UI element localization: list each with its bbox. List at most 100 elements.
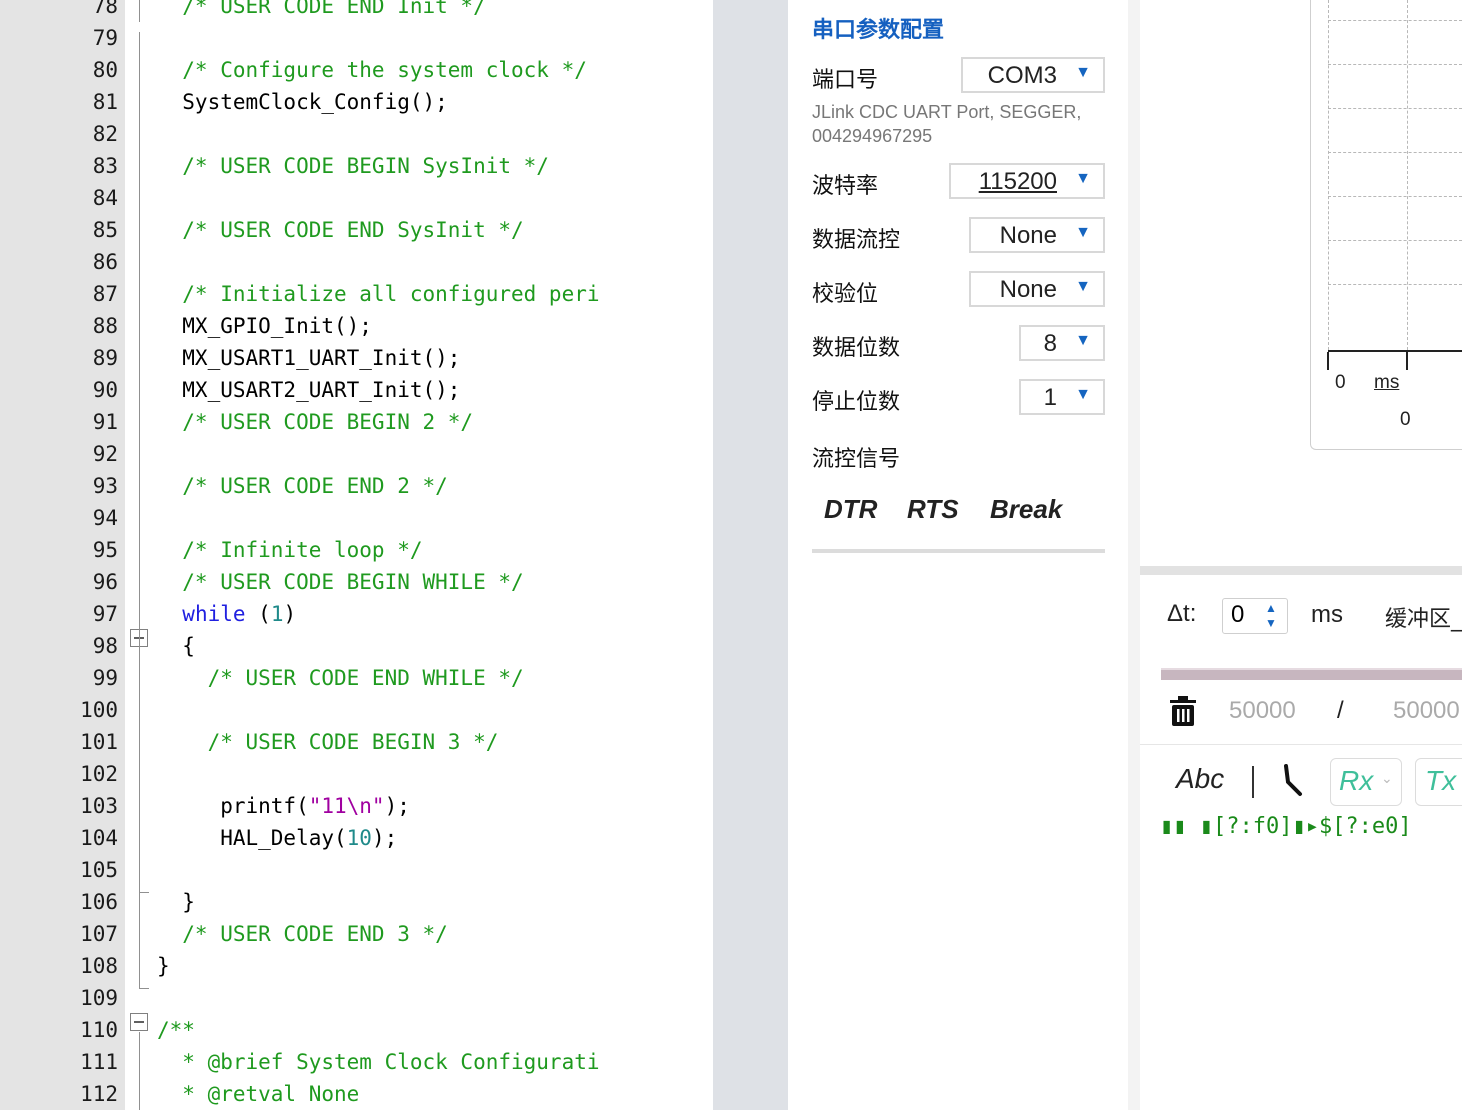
code-line[interactable]: HAL_Delay(10);	[157, 822, 397, 854]
trash-icon[interactable]	[1170, 696, 1196, 726]
stepper-down-icon[interactable]: ▼	[1265, 616, 1277, 630]
code-token: /* USER CODE END 3 */	[157, 922, 448, 946]
dtr-toggle[interactable]: DTR	[824, 494, 877, 525]
baud-select[interactable]: 115200 ▼	[949, 163, 1105, 199]
rx-display-button[interactable]: Rx ⌄	[1330, 758, 1402, 806]
code-line[interactable]: MX_USART1_UART_Init();	[157, 342, 460, 374]
line-number: 92	[92, 442, 118, 466]
grid-line	[1328, 20, 1462, 21]
code-token: (	[245, 602, 271, 626]
code-token: MX_USART1_UART_Init();	[157, 346, 461, 370]
code-line[interactable]: while (1)	[157, 598, 296, 630]
code-line[interactable]: SystemClock_Config();	[157, 86, 448, 118]
code-line[interactable]: }	[157, 886, 195, 918]
port-label: 端口号	[812, 68, 879, 93]
code-line[interactable]: }	[157, 950, 170, 982]
parity-label: 校验位	[812, 282, 879, 307]
chevron-down-icon: ▼	[1075, 332, 1091, 349]
line-number: 98	[92, 634, 118, 658]
code-line[interactable]: /* USER CODE BEGIN WHILE */	[157, 566, 523, 598]
code-line[interactable]: /* Configure the system clock */	[157, 54, 587, 86]
flow-control-select[interactable]: None ▼	[969, 217, 1105, 253]
fold-toggle-icon[interactable]	[130, 1013, 148, 1031]
fold-range-line	[139, 32, 140, 988]
line-number: 88	[92, 314, 118, 338]
code-line[interactable]: /* Initialize all configured peri	[157, 278, 599, 310]
code-token: 1	[270, 602, 284, 626]
line-number: 99	[92, 666, 118, 690]
code-token: );	[371, 826, 398, 850]
code-line[interactable]: /* USER CODE END 2 */	[157, 470, 448, 502]
code-line[interactable]: /* USER CODE BEGIN SysInit */	[157, 150, 549, 182]
line-number: 89	[92, 346, 118, 370]
code-editor[interactable]: 78 /* USER CODE END Init */ 79 80 /* Confi…	[0, 0, 713, 1110]
parity-select[interactable]: None ▼	[969, 271, 1105, 307]
axis-tick-label: 0	[1335, 372, 1346, 393]
x-axis	[1328, 350, 1462, 352]
line-number: 108	[80, 954, 118, 978]
flow-control-label: 数据流控	[812, 228, 901, 253]
fold-range-end	[139, 988, 149, 989]
data-bits-select[interactable]: 8 ▼	[1019, 325, 1105, 361]
axis-tick	[1406, 352, 1408, 370]
port-select[interactable]: COM3 ▼	[961, 57, 1105, 93]
code-line[interactable]: /* USER CODE END Init */	[157, 0, 486, 22]
buffer-progress-bar	[1161, 668, 1462, 680]
line-number: 100	[80, 698, 118, 722]
line-number: 78	[92, 0, 118, 18]
cursor-icon[interactable]	[1280, 764, 1306, 798]
code-token: /* Configure the system clock */	[157, 58, 587, 82]
code-line[interactable]: /**	[157, 1014, 195, 1046]
stepper-up-icon[interactable]: ▲	[1265, 601, 1277, 615]
code-token: {	[157, 634, 195, 658]
code-line[interactable]: /* USER CODE END 3 */	[157, 918, 448, 950]
code-token: /* USER CODE END 2 */	[157, 474, 448, 498]
code-line[interactable]: printf("11\n");	[157, 790, 410, 822]
code-line[interactable]: /* Infinite loop */	[157, 534, 423, 566]
baud-label: 波特率	[812, 174, 879, 199]
buffer-total-count: 50000	[1393, 697, 1460, 724]
code-token: /* USER CODE END Init */	[157, 0, 486, 18]
tx-display-button[interactable]: Tx	[1415, 758, 1462, 806]
line-number: 85	[92, 218, 118, 242]
grid-line	[1328, 284, 1462, 285]
code-line[interactable]: /* USER CODE END WHILE */	[157, 662, 524, 694]
code-token: /* USER CODE BEGIN 3 */	[157, 730, 499, 754]
code-line[interactable]: /* USER CODE END SysInit */	[157, 214, 523, 246]
line-number: 96	[92, 570, 118, 594]
code-token: /**	[157, 1018, 195, 1042]
code-line[interactable]: MX_GPIO_Init();	[157, 310, 372, 342]
code-line[interactable]: {	[157, 630, 195, 662]
flow-control-value: None	[999, 222, 1057, 249]
code-token: /* USER CODE END WHILE */	[157, 666, 524, 690]
stop-bits-select[interactable]: 1 ▼	[1019, 379, 1105, 415]
code-line[interactable]: /* USER CODE BEGIN 2 */	[157, 406, 473, 438]
rts-toggle[interactable]: RTS	[907, 494, 959, 525]
config-title: 串口参数配置	[812, 18, 945, 43]
fold-range-line	[139, 1032, 140, 1110]
grid-line	[1328, 152, 1462, 153]
code-token: MX_GPIO_Init();	[157, 314, 372, 338]
divider	[812, 549, 1105, 553]
line-number: 91	[92, 410, 118, 434]
code-line[interactable]: MX_USART2_UART_Init();	[157, 374, 460, 406]
panel-divider[interactable]	[1140, 566, 1462, 575]
code-line[interactable]: /* USER CODE BEGIN 3 */	[157, 726, 499, 758]
panel-edge	[1128, 0, 1140, 1110]
code-token: /* Infinite loop */	[157, 538, 423, 562]
parity-value: None	[999, 276, 1057, 303]
code-token: * @retval None	[157, 1082, 360, 1106]
panel-separator[interactable]	[713, 0, 788, 1110]
delta-t-stepper[interactable]: 0 ▲ ▼	[1222, 598, 1288, 634]
line-number: 105	[80, 858, 118, 882]
data-bits-label: 数据位数	[812, 336, 901, 361]
delta-t-label: Δt:	[1167, 600, 1197, 627]
code-line[interactable]: * @retval None	[157, 1078, 359, 1110]
code-line[interactable]: * @brief System Clock Configurati	[157, 1046, 599, 1078]
code-token: /* USER CODE BEGIN 2 */	[157, 410, 474, 434]
text-mode-button[interactable]: Abc	[1176, 763, 1224, 795]
break-toggle[interactable]: Break	[990, 494, 1062, 525]
line-number: 86	[92, 250, 118, 274]
axis-unit-label: ms	[1374, 372, 1400, 393]
line-number: 112	[80, 1082, 118, 1106]
